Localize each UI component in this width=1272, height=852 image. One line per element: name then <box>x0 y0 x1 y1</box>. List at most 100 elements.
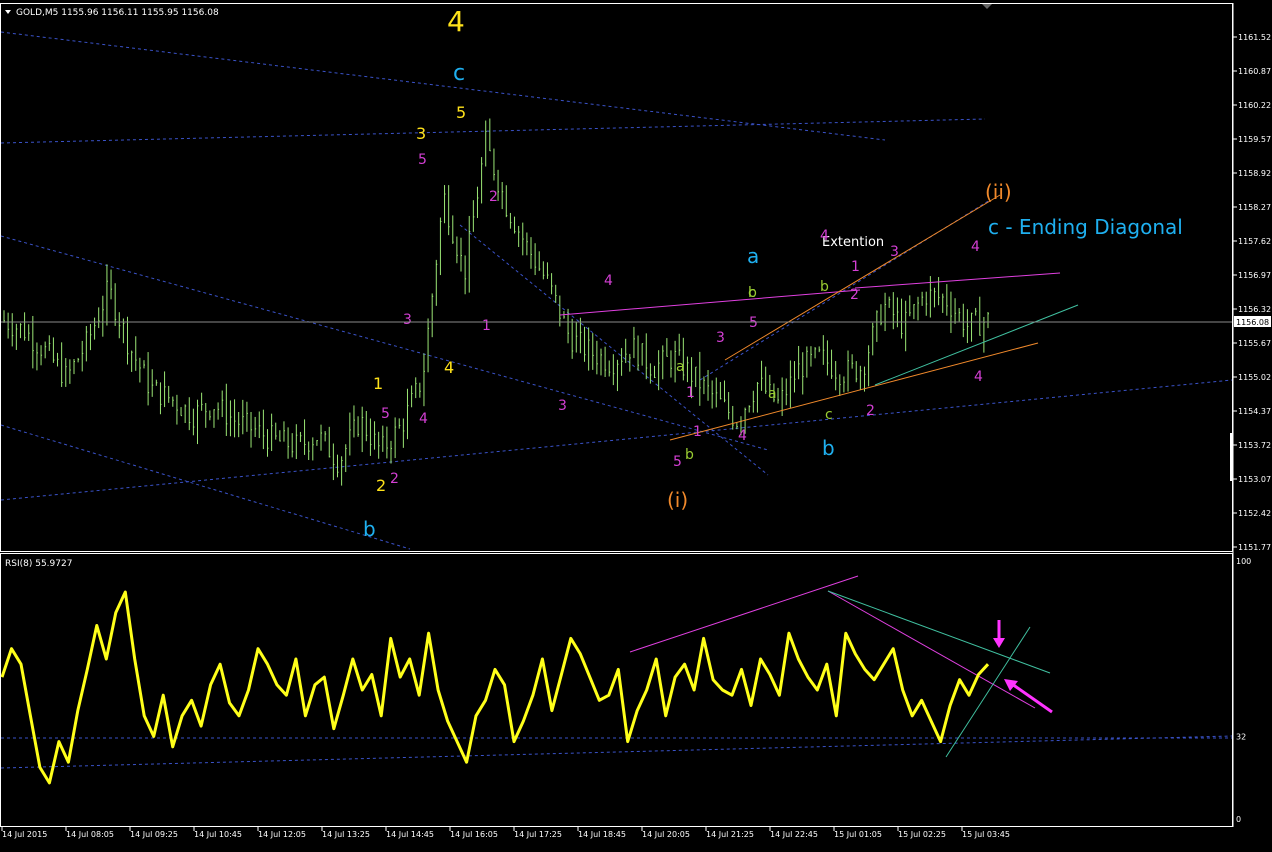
blue-dashed-trendline <box>0 379 1233 501</box>
down-arrow-head-icon <box>993 638 1005 648</box>
wave-label-subminor: b <box>820 279 829 295</box>
wave-label-1: 1 <box>373 374 383 393</box>
wave-label-minor: 1 <box>693 424 702 440</box>
wave-label-ii: (ii) <box>985 180 1012 204</box>
blue-dashed-trendline <box>0 118 986 144</box>
wave-label-minor: 3 <box>403 312 412 328</box>
rsi-panel-frame <box>0 553 1233 827</box>
time-tick-label: 14 Jul 12:05 <box>258 830 306 839</box>
wave-label-minor: 2 <box>850 287 859 303</box>
wave-label-2: 2 <box>376 476 386 495</box>
wave-trendline <box>669 342 1039 441</box>
symbol-header: GOLD,M5 1155.96 1156.11 1155.95 1156.08 <box>16 8 219 18</box>
price-tick-label: 1158.27 <box>1238 203 1271 212</box>
price-chart-svg: GOLD,M5 1155.96 1156.11 1155.95 1156.08 … <box>0 3 1271 839</box>
wave-label-minor: 4 <box>738 428 747 444</box>
wave-label-big-c: c <box>453 61 465 86</box>
wave-label-subminor: c <box>825 407 833 423</box>
chart-root: GOLD,M5 1155.96 1156.11 1155.95 1156.08 … <box>0 0 1272 848</box>
scroll-marker-icon[interactable] <box>982 4 992 9</box>
blue-dashed-trendline <box>459 224 769 476</box>
wave-label-3: 3 <box>416 124 426 143</box>
current-price-label: 1156.08 <box>1236 318 1269 327</box>
wave-label-minor: 3 <box>716 330 725 346</box>
wave-label-minor: 5 <box>673 454 682 470</box>
wave-label-minor: 4 <box>604 273 613 289</box>
price-tick-label: 1151.77 <box>1238 543 1271 552</box>
time-tick-label: 14 Jul 13:25 <box>322 830 370 839</box>
price-tick-label: 1153.72 <box>1238 441 1271 450</box>
time-tick-label: 14 Jul 10:45 <box>194 830 242 839</box>
price-axis: 1161.52 1160.87 1160.22 1159.57 1158.92 1158.… <box>1233 33 1271 552</box>
price-panel-frame <box>0 3 1233 552</box>
time-tick-label: 14 Jul 2015 <box>2 830 47 839</box>
rsi-tick-label: 100 <box>1236 557 1251 566</box>
price-tick-label: 1156.32 <box>1238 305 1271 314</box>
wave-label-subminor: b <box>685 447 694 463</box>
price-tick-label: 1160.22 <box>1238 101 1271 110</box>
time-tick-label: 14 Jul 20:05 <box>642 830 690 839</box>
wave-label-5: 5 <box>456 103 466 122</box>
time-tick-label: 14 Jul 08:05 <box>66 830 114 839</box>
price-tick-label: 1153.07 <box>1238 475 1271 484</box>
price-tick-label: 1156.97 <box>1238 271 1271 280</box>
wave-label-minor: 3 <box>890 244 899 260</box>
time-tick-label: 14 Jul 22:45 <box>770 830 818 839</box>
rsi-trendline <box>0 735 1233 769</box>
wave-label-subminor: a <box>768 386 777 402</box>
price-tick-label: 1158.92 <box>1238 169 1271 178</box>
price-tick-label: 1155.67 <box>1238 339 1271 348</box>
extention-label: Extention <box>822 235 884 250</box>
time-tick-label: 14 Jul 17:25 <box>514 830 562 839</box>
trend-lines <box>0 31 1233 550</box>
rsi-trendline <box>827 590 1036 709</box>
wave-trendline <box>559 289 861 316</box>
rsi-trendline <box>827 590 1051 674</box>
wave-label-minor: 1 <box>686 385 695 401</box>
rsi-arrows <box>993 620 1053 714</box>
time-tick-label: 15 Jul 01:05 <box>834 830 882 839</box>
wave-label-minor: 2 <box>866 403 875 419</box>
wave-trendline <box>724 194 1001 361</box>
scrollbar-indicator[interactable] <box>1230 433 1233 481</box>
time-axis: 14 Jul 2015 14 Jul 08:05 14 Jul 09:25 14 Ju… <box>1 827 1010 839</box>
rsi-trendline <box>629 575 859 653</box>
price-tick-label: 1155.02 <box>1238 373 1271 382</box>
candles <box>3 118 989 486</box>
rsi-series-line <box>0 590 990 785</box>
triangle-down-icon[interactable] <box>5 10 11 14</box>
ending-diagonal-label: c - Ending Diagonal <box>988 215 1183 239</box>
wave-label-minor: 3 <box>558 398 567 414</box>
price-tick-label: 1154.37 <box>1238 407 1271 416</box>
wave-label-minor: 1 <box>851 259 860 275</box>
wave-label-minor: 5 <box>381 406 390 422</box>
wave-label-i: (i) <box>667 488 688 512</box>
rsi-axis: 100 32 0 <box>1236 557 1251 824</box>
blue-dashed-trendline <box>0 424 411 550</box>
wave-label-minor: 5 <box>749 315 758 331</box>
time-tick-label: 15 Jul 03:45 <box>962 830 1010 839</box>
rsi-tick-label: 0 <box>1236 815 1241 824</box>
wave-label-a: a <box>747 244 759 268</box>
wave-label-subminor: a <box>676 359 685 375</box>
wave-label-b-right: b <box>822 436 835 460</box>
wave-label-minor: 1 <box>482 318 491 334</box>
price-tick-label: 1159.57 <box>1238 135 1271 144</box>
wave-label-4: 4 <box>444 358 454 377</box>
time-tick-label: 14 Jul 18:45 <box>578 830 626 839</box>
time-tick-label: 14 Jul 21:25 <box>706 830 754 839</box>
price-tick-label: 1157.62 <box>1238 237 1271 246</box>
price-tick-label: 1152.42 <box>1238 509 1271 518</box>
blue-dashed-trendline <box>0 31 886 141</box>
time-tick-label: 14 Jul 16:05 <box>450 830 498 839</box>
time-tick-label: 14 Jul 09:25 <box>130 830 178 839</box>
wave-label-minor: 5 <box>418 152 427 168</box>
time-tick-label: 14 Jul 14:45 <box>386 830 434 839</box>
wave-label-minor: 2 <box>489 189 498 205</box>
time-tick-label: 15 Jul 02:25 <box>898 830 946 839</box>
wave-label-subminor: b <box>748 285 757 301</box>
wave-label-minor: 4 <box>820 228 829 244</box>
rsi-tick-label: 32 <box>1236 732 1246 741</box>
price-tick-label: 1160.87 <box>1238 67 1271 76</box>
wave-label-b-left: b <box>363 517 376 541</box>
